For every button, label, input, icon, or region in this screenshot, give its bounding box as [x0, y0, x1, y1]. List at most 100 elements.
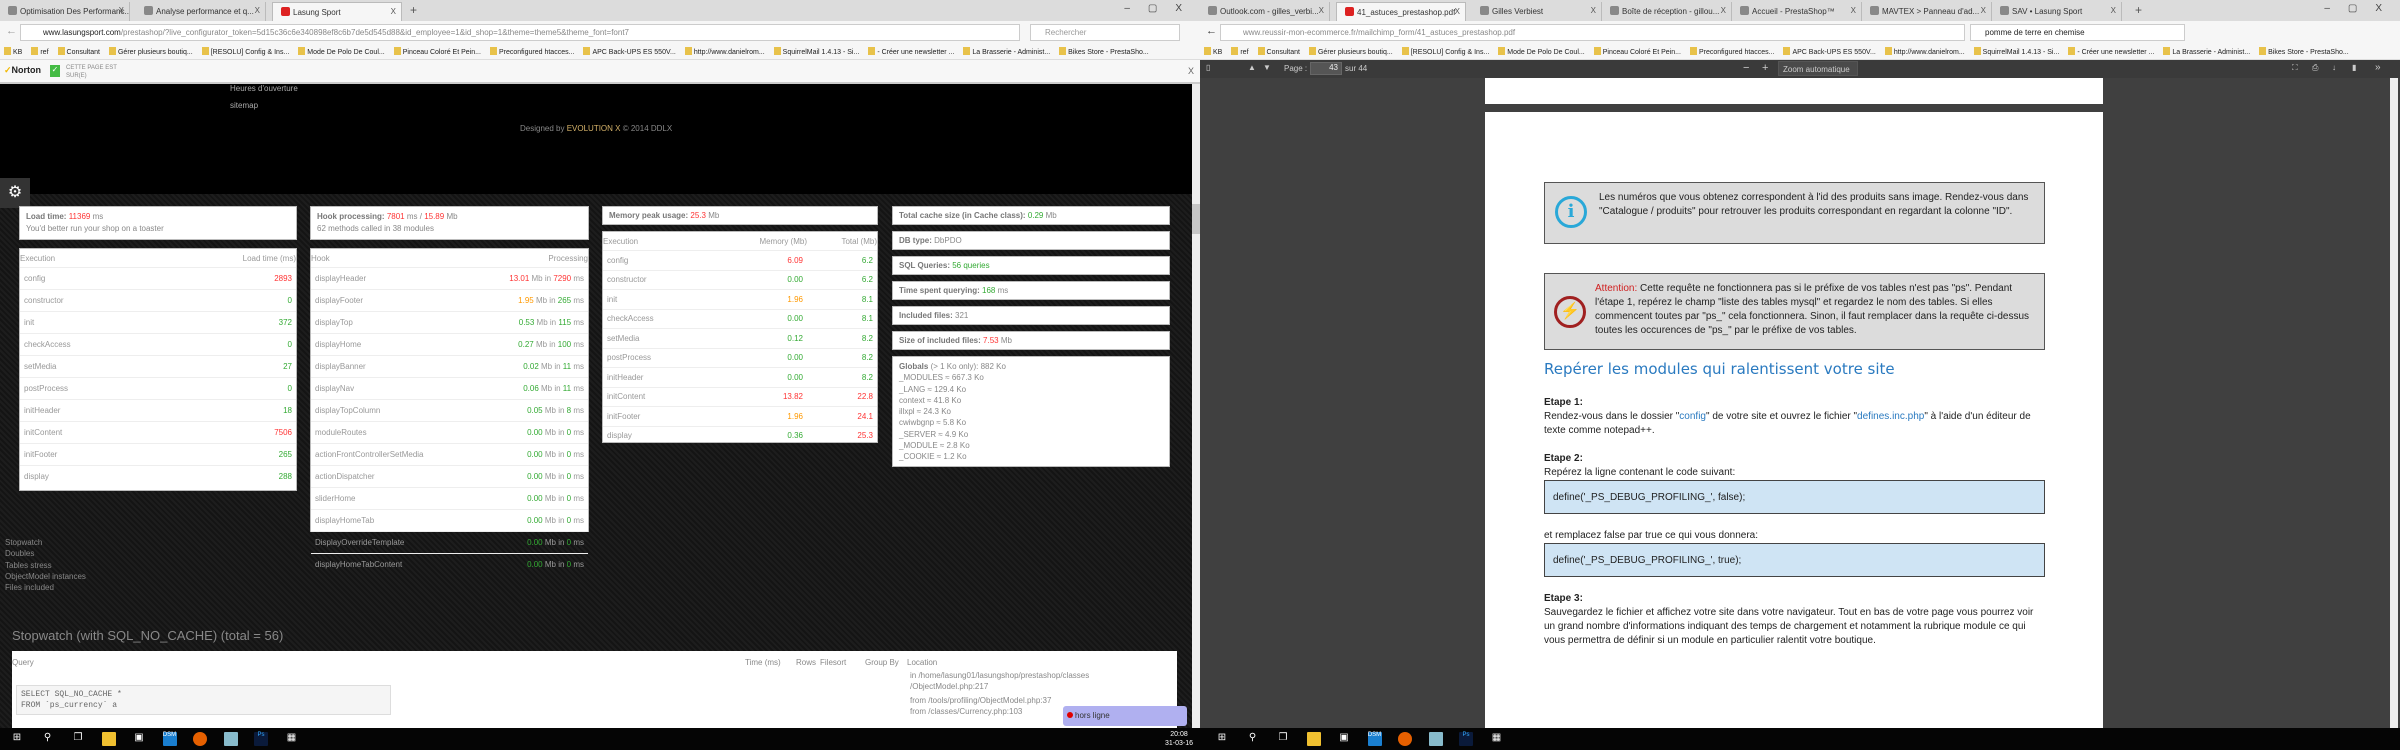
photoshop-icon[interactable]: Ps — [1459, 732, 1473, 746]
prev-page-icon[interactable]: ▲ — [1248, 63, 1256, 72]
close-tab-icon[interactable]: X — [1455, 7, 1460, 16]
sidebar-toggle-icon[interactable]: ▯ — [1206, 63, 1210, 72]
gear-icon[interactable]: ⚙ — [0, 178, 30, 208]
bookmark-item[interactable]: Gérer plusieurs boutiq... — [108, 47, 193, 56]
bookmark-item[interactable]: APC Back-UPS ES 550V... — [1783, 47, 1876, 56]
tab-6[interactable]: SAV • Lasung Sport X — [1992, 2, 2122, 21]
tab-3[interactable]: Boîte de réception - gillou... X — [1602, 2, 1732, 21]
back-icon[interactable]: ← — [1206, 25, 1217, 37]
bookmark-icon[interactable]: ▮ — [2352, 63, 2356, 72]
bookmark-item[interactable]: - Créer une newsletter ... — [2068, 47, 2154, 56]
tab-0[interactable]: Optimisation Des Performanc... X — [0, 2, 130, 21]
search-icon[interactable]: ⚲ — [1246, 732, 1260, 746]
bookmark-item[interactable]: ref — [1231, 47, 1249, 56]
bookmark-item[interactable]: Preconfigured htacces... — [1689, 47, 1774, 56]
bookmark-item[interactable]: APC Back-UPS ES 550V... — [583, 47, 676, 56]
notepad-icon[interactable] — [223, 732, 238, 746]
bookmark-item[interactable]: Pinceau Coloré Et Pein... — [1593, 47, 1681, 56]
close-tab-icon[interactable]: X — [119, 6, 124, 15]
bookmark-item[interactable]: Pinceau Coloré Et Pein... — [393, 47, 481, 56]
bookmark-item[interactable]: http://www.danielrom... — [684, 47, 765, 56]
notepad-icon[interactable] — [1428, 732, 1443, 746]
section-link[interactable]: ObjectModel instances — [5, 571, 86, 582]
new-tab-icon[interactable]: + — [410, 3, 417, 17]
url-bar[interactable]: www.reussir-mon-ecommerce.fr/mailchimp_f… — [1220, 24, 1965, 41]
url-bar[interactable]: www.lasungsport.com/prestashop/?live_con… — [20, 24, 1020, 41]
chat-status-button[interactable]: hors ligne — [1063, 706, 1187, 726]
section-link[interactable]: Doubles — [5, 548, 86, 559]
zoom-in-icon[interactable]: + — [1762, 62, 1768, 74]
close-tab-icon[interactable]: X — [1981, 6, 1986, 15]
close-tab-icon[interactable]: X — [1851, 6, 1856, 15]
bookmark-item[interactable]: [RESOLU] Config & Ins... — [1401, 47, 1489, 56]
next-page-icon[interactable]: ▼ — [1263, 63, 1271, 72]
close-tab-icon[interactable]: X — [391, 7, 396, 16]
pdf-scrollbar[interactable] — [2390, 78, 2398, 728]
calculator-icon[interactable]: ▦ — [1490, 732, 1504, 746]
window-controls[interactable]: –▢X — [2324, 3, 2400, 14]
section-link[interactable]: Stopwatch — [5, 537, 86, 548]
tab-2[interactable]: Gilles Verbiest X — [1472, 2, 1602, 21]
bookmark-item[interactable]: La Brasserie - Administ... — [963, 47, 1050, 56]
search-input[interactable]: pomme de terre en chemise — [1970, 24, 2185, 41]
tab-2[interactable]: Lasung Sport X — [272, 2, 402, 21]
close-tab-icon[interactable]: X — [2111, 6, 2116, 15]
fullscreen-icon[interactable]: ⛶ — [2292, 63, 2298, 73]
tab-5[interactable]: MAVTEX > Panneau d'ad... X — [1862, 2, 1992, 21]
task-view-icon[interactable]: ❐ — [1276, 732, 1290, 746]
tab-4[interactable]: Accueil - PrestaShop™ X — [1732, 2, 1862, 21]
bookmark-item[interactable]: Gérer plusieurs boutiq... — [1308, 47, 1393, 56]
store-icon[interactable]: ▣ — [132, 732, 146, 746]
bookmark-item[interactable]: Preconfigured htacces... — [489, 47, 574, 56]
tab-1[interactable]: 41_astuces_prestashop.pdf X — [1336, 2, 1466, 21]
window-controls[interactable]: –▢X — [1124, 3, 1200, 14]
file-explorer-icon[interactable] — [1306, 732, 1321, 746]
windows-start-icon[interactable]: ⊞ — [10, 732, 24, 746]
close-tab-icon[interactable]: X — [1591, 6, 1596, 15]
search-input[interactable]: Rechercher — [1030, 24, 1180, 41]
firefox-icon[interactable] — [193, 732, 207, 746]
bookmark-item[interactable]: Mode De Polo De Coul... — [1498, 47, 1585, 56]
store-icon[interactable]: ▣ — [1337, 732, 1351, 746]
tools-icon[interactable]: » — [2375, 62, 2381, 73]
bookmark-item[interactable]: Bikes Store - PrestaSho... — [1059, 47, 1149, 56]
section-link[interactable]: Files included — [5, 582, 86, 593]
bookmark-item[interactable]: Consultant — [1257, 47, 1300, 56]
new-tab-icon[interactable]: + — [2135, 3, 2142, 17]
windows-start-icon[interactable]: ⊞ — [1215, 732, 1229, 746]
bookmark-item[interactable]: http://www.danielrom... — [1884, 47, 1965, 56]
dsm-icon[interactable]: DSM — [162, 732, 177, 746]
zoom-out-icon[interactable]: − — [1743, 62, 1749, 74]
bookmark-item[interactable]: SquirrelMail 1.4.13 - Si... — [1973, 47, 2059, 56]
calculator-icon[interactable]: ▦ — [285, 732, 299, 746]
footer-link-hours[interactable]: Heures d'ouverture — [230, 84, 298, 93]
bookmark-item[interactable]: KB — [1204, 47, 1222, 56]
close-tab-icon[interactable]: X — [1319, 6, 1324, 15]
task-view-icon[interactable]: ❐ — [71, 732, 85, 746]
system-clock[interactable]: 20:08 31-03-16 — [1165, 730, 1193, 748]
photoshop-icon[interactable]: Ps — [254, 732, 268, 746]
download-icon[interactable]: ↓ — [2332, 63, 2336, 72]
page-scrollbar[interactable] — [1192, 84, 1200, 728]
close-tab-icon[interactable]: X — [1721, 6, 1726, 15]
bookmark-item[interactable]: La Brasserie - Administ... — [2163, 47, 2250, 56]
close-icon[interactable]: X — [1188, 66, 1194, 76]
bookmark-item[interactable]: [RESOLU] Config & Ins... — [201, 47, 289, 56]
search-icon[interactable]: ⚲ — [41, 732, 55, 746]
back-icon[interactable]: ← — [6, 25, 17, 37]
bookmark-item[interactable]: KB — [4, 47, 22, 56]
dsm-icon[interactable]: DSM — [1367, 732, 1382, 746]
tab-1[interactable]: Analyse performance et q... X — [136, 2, 266, 21]
bookmark-item[interactable]: SquirrelMail 1.4.13 - Si... — [773, 47, 859, 56]
page-number-input[interactable]: 43 — [1310, 62, 1342, 75]
section-link[interactable]: Tables stress — [5, 560, 86, 571]
bookmark-item[interactable]: Consultant — [57, 47, 100, 56]
bookmark-item[interactable]: Bikes Store - PrestaSho... — [2259, 47, 2349, 56]
bookmark-item[interactable]: Mode De Polo De Coul... — [298, 47, 385, 56]
firefox-icon[interactable] — [1398, 732, 1412, 746]
footer-link-sitemap[interactable]: sitemap — [230, 101, 258, 110]
tab-0[interactable]: Outlook.com - gilles_verbi... X — [1200, 2, 1330, 21]
close-tab-icon[interactable]: X — [255, 6, 260, 15]
file-explorer-icon[interactable] — [101, 732, 116, 746]
bookmark-item[interactable]: - Créer une newsletter ... — [868, 47, 954, 56]
